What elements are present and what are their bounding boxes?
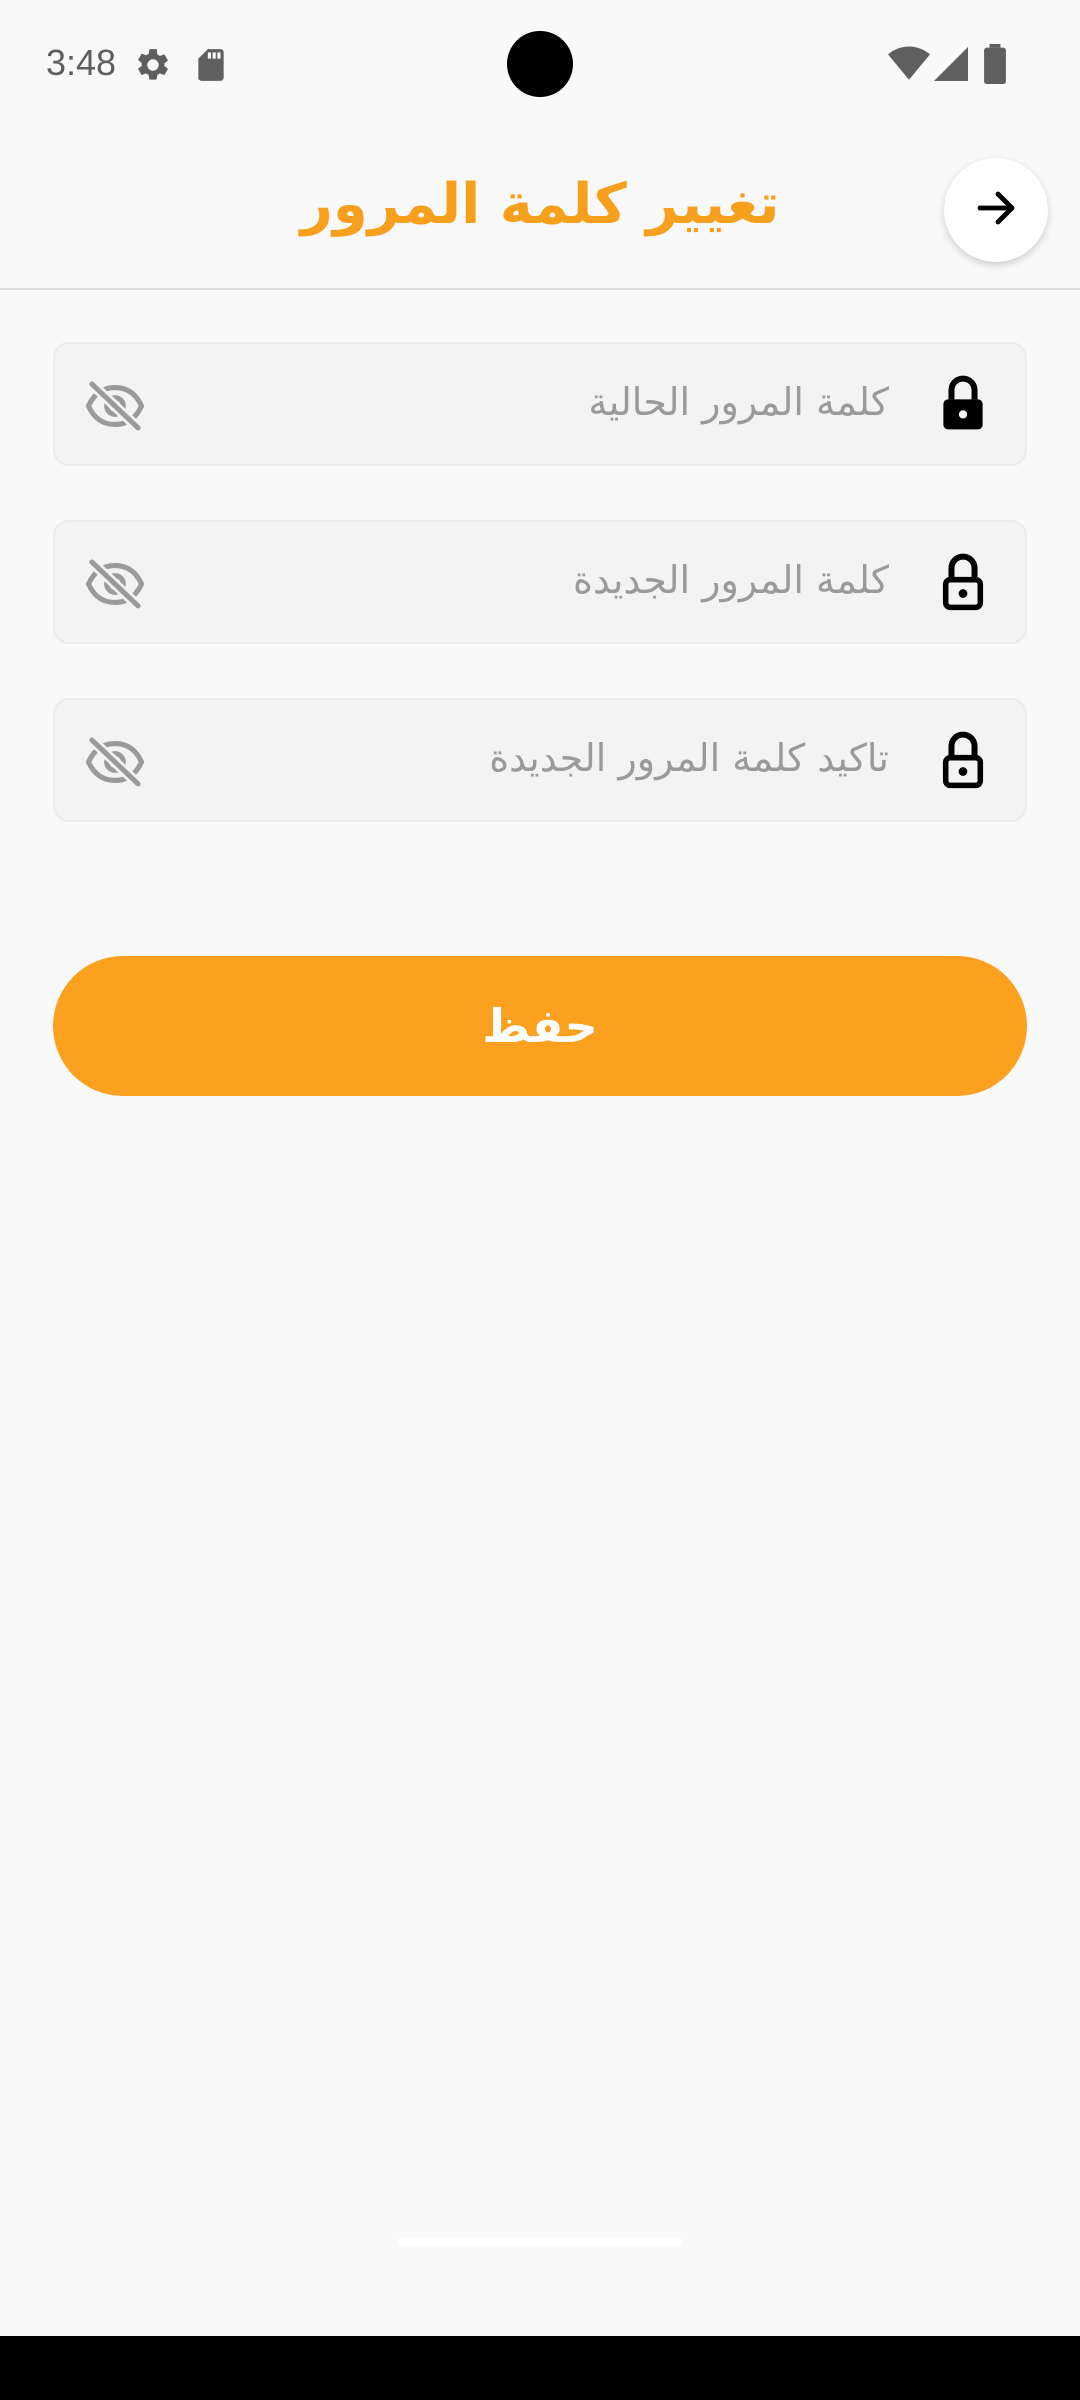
wifi-icon bbox=[888, 46, 930, 86]
eye-off-icon[interactable] bbox=[85, 380, 145, 432]
lock-filled-icon bbox=[935, 374, 991, 434]
eye-off-icon[interactable] bbox=[85, 558, 145, 610]
arrow-right-icon bbox=[972, 184, 1020, 236]
status-bar: 3:48 bbox=[0, 0, 1080, 132]
confirm-password-field[interactable]: تاكيد كلمة المرور الجديدة bbox=[53, 698, 1027, 822]
status-time: 3:48 bbox=[46, 42, 117, 83]
settings-icon bbox=[134, 46, 172, 88]
eye-off-icon[interactable] bbox=[85, 736, 145, 788]
page-title: تغيير كلمة المرور bbox=[300, 172, 780, 237]
app-bar: تغيير كلمة المرور bbox=[0, 132, 1080, 290]
sd-card-icon bbox=[192, 46, 230, 88]
battery-icon bbox=[984, 44, 1006, 88]
signal-icon bbox=[934, 46, 968, 86]
save-button[interactable]: حفظ bbox=[53, 956, 1027, 1096]
back-button[interactable] bbox=[944, 158, 1048, 262]
camera-cutout bbox=[507, 31, 573, 97]
screen: 3:48 تغيير كلمة المرور كلمة المرور الحال… bbox=[0, 0, 1080, 2400]
save-button-label: حفظ bbox=[482, 999, 598, 1053]
home-gesture-handle[interactable] bbox=[398, 2237, 682, 2247]
new-password-field[interactable]: كلمة المرور الجديدة bbox=[53, 520, 1027, 644]
current-password-placeholder: كلمة المرور الحالية bbox=[588, 380, 889, 424]
system-nav-bar bbox=[0, 2336, 1080, 2400]
new-password-placeholder: كلمة المرور الجديدة bbox=[573, 558, 889, 602]
confirm-password-placeholder: تاكيد كلمة المرور الجديدة bbox=[489, 736, 889, 780]
current-password-field[interactable]: كلمة المرور الحالية bbox=[53, 342, 1027, 466]
lock-outline-icon bbox=[935, 730, 991, 790]
lock-outline-icon bbox=[935, 552, 991, 612]
